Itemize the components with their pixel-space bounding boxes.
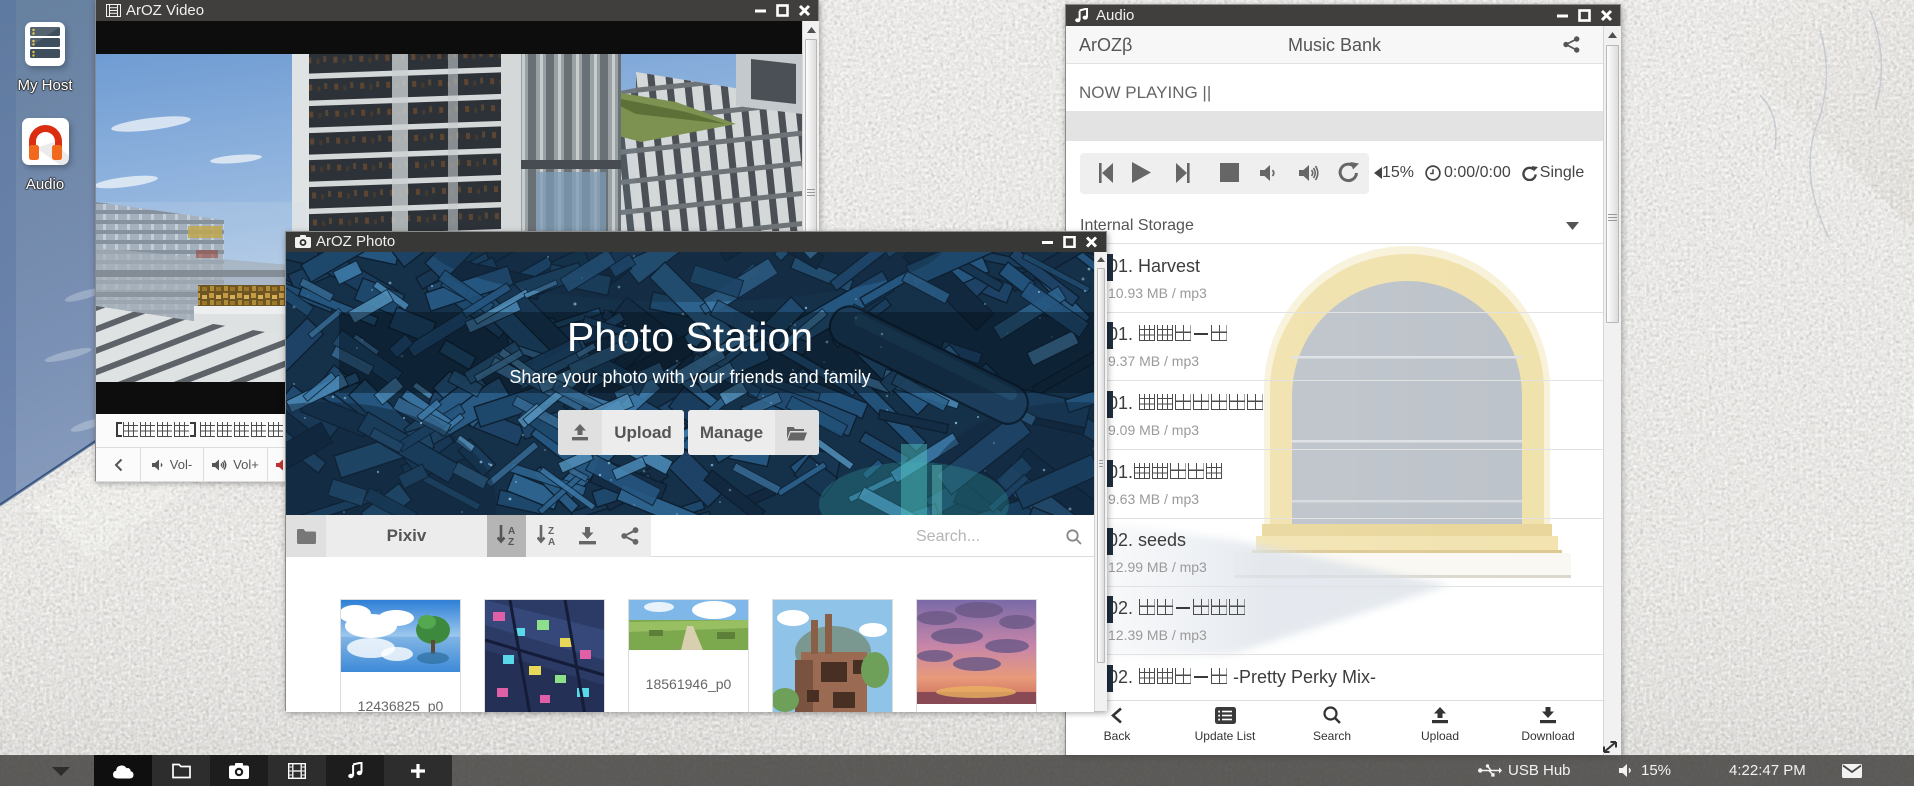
- svg-text:A: A: [548, 537, 555, 547]
- svg-text:A: A: [508, 526, 515, 537]
- svg-text:Z: Z: [508, 537, 514, 547]
- svg-text:Z: Z: [548, 526, 554, 537]
